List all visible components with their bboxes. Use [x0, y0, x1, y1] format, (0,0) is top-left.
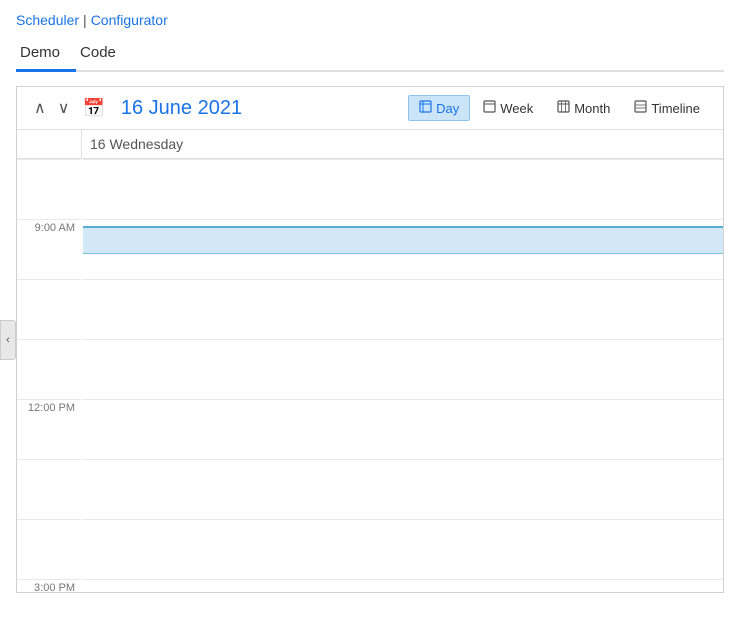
side-collapse-button[interactable]: ‹ — [0, 320, 16, 360]
time-cell-15[interactable] — [83, 579, 723, 592]
day-view-icon — [419, 100, 432, 116]
link-separator: | — [83, 12, 87, 28]
day-label: Day — [436, 101, 459, 116]
view-timeline-button[interactable]: Timeline — [623, 95, 711, 121]
next-button[interactable]: ∨ — [53, 96, 75, 120]
timeline-label: Timeline — [651, 101, 700, 116]
month-label: Month — [574, 101, 610, 116]
time-label-13 — [17, 459, 81, 519]
scheduler-link[interactable]: Scheduler — [16, 12, 79, 28]
tab-demo[interactable]: Demo — [16, 38, 76, 72]
view-week-button[interactable]: Week — [472, 95, 544, 121]
prev-button[interactable]: ∧ — [29, 96, 51, 120]
time-cell-11[interactable] — [83, 339, 723, 399]
time-label-10 — [17, 279, 81, 339]
time-cell-13[interactable] — [83, 459, 723, 519]
tab-code[interactable]: Code — [76, 38, 132, 72]
week-label: Week — [500, 101, 533, 116]
view-buttons: Day Week — [408, 95, 711, 121]
time-grid[interactable]: 12:00 AM3:00 AM6:00 AM9:00 AM12:00 PM3:0… — [17, 159, 723, 592]
time-label-11 — [17, 339, 81, 399]
time-label-15: 3:00 PM — [17, 579, 81, 592]
configurator-link[interactable]: Configurator — [91, 12, 168, 28]
week-view-icon — [483, 100, 496, 116]
current-date: 16 June 2021 — [121, 97, 398, 120]
calendar-icon[interactable]: 📅 — [82, 98, 104, 119]
time-cell-12[interactable] — [83, 399, 723, 459]
calendar-body: 16 Wednesday 12:00 AM3:00 AM6:00 AM9:00 … — [17, 130, 723, 592]
day-header: 16 Wednesday — [17, 130, 723, 159]
view-month-button[interactable]: Month — [546, 95, 621, 121]
time-label-12: 12:00 PM — [17, 399, 81, 459]
day-header-cell: 16 Wednesday — [82, 130, 723, 158]
chevron-left-icon: ‹ — [6, 334, 10, 346]
time-label-9: 9:00 AM — [17, 219, 81, 279]
time-cell-10[interactable] — [83, 279, 723, 339]
timeline-view-icon — [634, 100, 647, 116]
time-cell-14[interactable] — [83, 519, 723, 579]
time-label-14 — [17, 519, 81, 579]
view-day-button[interactable]: Day — [408, 95, 470, 121]
time-cell-8[interactable] — [83, 159, 723, 219]
time-cell-9[interactable] — [83, 219, 723, 279]
time-label-8 — [17, 159, 81, 219]
scheduler-header: ∧ ∨ 📅 16 June 2021 Day — [17, 87, 723, 130]
time-gutter-header — [17, 130, 82, 158]
month-view-icon — [557, 100, 570, 116]
